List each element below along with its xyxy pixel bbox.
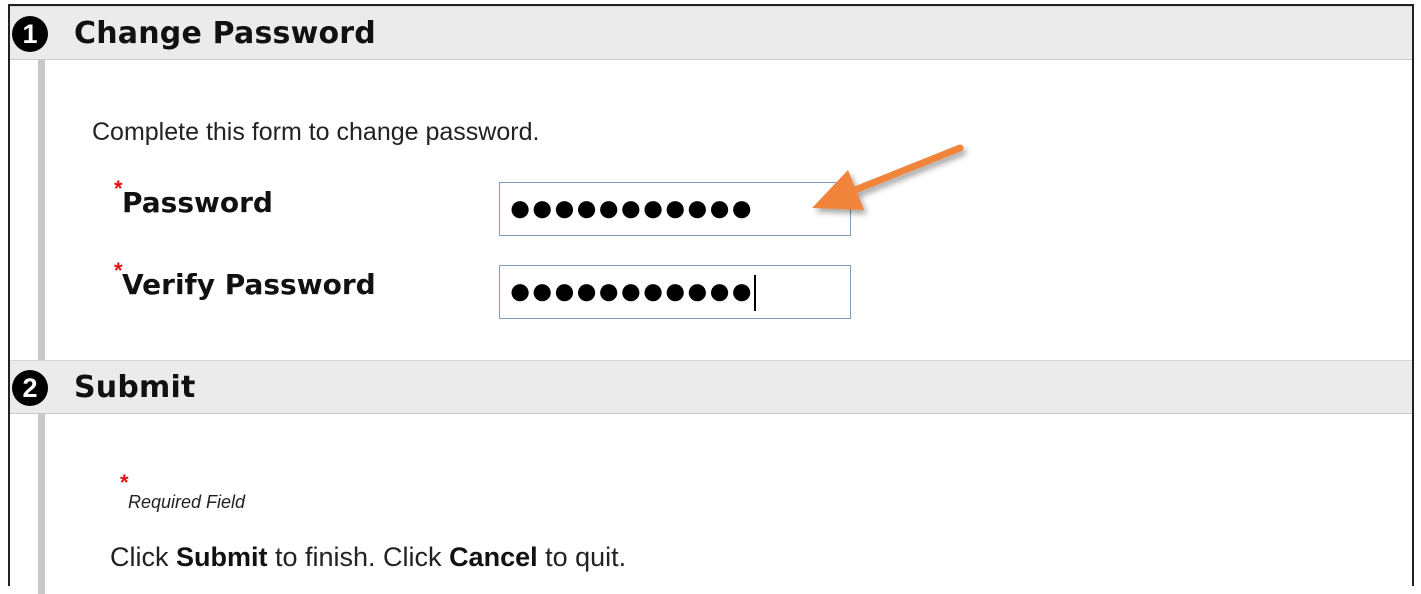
section-2-rail bbox=[38, 414, 45, 594]
finish-suffix: to quit. bbox=[537, 542, 627, 572]
required-asterisk-note: * bbox=[120, 470, 129, 495]
finish-instructions: Click Submit to finish. Click Cancel to … bbox=[110, 542, 626, 573]
verify-password-label: Verify Password bbox=[122, 268, 376, 301]
verify-password-input-value: ●●●●●●●●●●● bbox=[508, 269, 754, 313]
form-instructions: Complete this form to change password. bbox=[92, 118, 540, 146]
password-input-value: ●●●●●●●●●●● bbox=[508, 186, 754, 230]
section-header-change-password: 1 Change Password bbox=[10, 6, 1412, 60]
text-caret bbox=[753, 275, 756, 312]
finish-prefix: Click bbox=[110, 542, 176, 572]
finish-middle: to finish. Click bbox=[267, 542, 450, 572]
submit-word: Submit bbox=[176, 542, 268, 572]
orange-arrow-icon bbox=[812, 144, 964, 210]
change-password-form: 1 Change Password Complete this form to … bbox=[8, 4, 1414, 594]
section-1-rail bbox=[38, 60, 45, 360]
cancel-word: Cancel bbox=[449, 542, 538, 572]
step-2-icon: 2 bbox=[12, 370, 48, 406]
password-input[interactable]: ●●●●●●●●●●● bbox=[499, 182, 851, 236]
section-title-change-password: Change Password bbox=[74, 16, 376, 51]
step-1-icon: 1 bbox=[12, 16, 48, 52]
verify-password-input[interactable]: ●●●●●●●●●●● bbox=[499, 265, 851, 319]
section-title-submit: Submit bbox=[74, 370, 196, 405]
password-label: Password bbox=[122, 186, 273, 219]
required-field-note: Required Field bbox=[128, 492, 246, 512]
section-header-submit: 2 Submit bbox=[10, 360, 1412, 414]
